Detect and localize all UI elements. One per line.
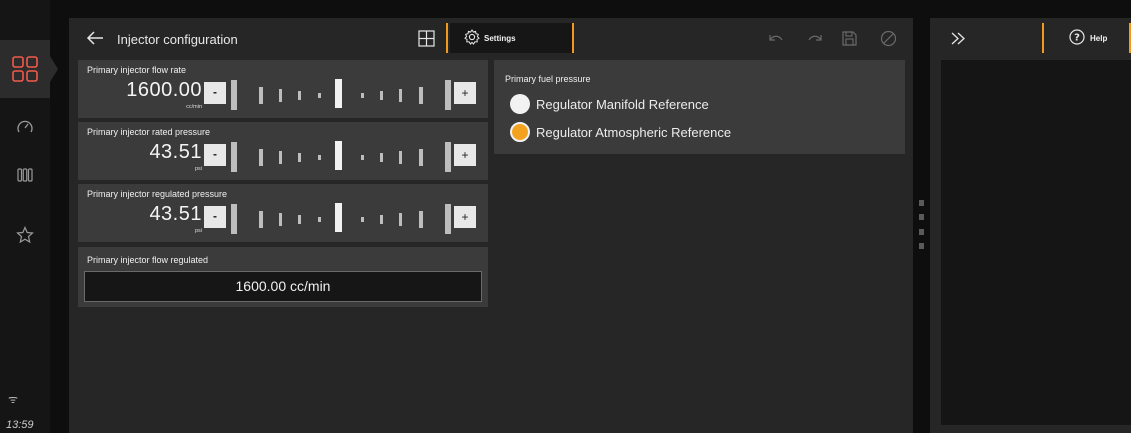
help-panel: ? Help [930, 18, 1131, 433]
clock-time: 13:59 [6, 419, 34, 431]
redo-icon[interactable] [807, 30, 824, 47]
slider-tick [298, 215, 301, 224]
radio-manifold-reference-label[interactable]: Regulator Manifold Reference [536, 97, 709, 112]
slider-end-right [445, 142, 451, 172]
tab-settings[interactable]: Settings [450, 23, 572, 53]
radio-atmospheric-reference[interactable] [510, 122, 530, 142]
slider-tick [259, 87, 263, 104]
help-content-area [941, 60, 1131, 425]
star-icon [16, 226, 34, 244]
slider-tick [279, 213, 282, 226]
splitter-handle-dot[interactable] [919, 243, 924, 249]
regulated-pressure-value: 43.51 [149, 203, 202, 225]
nav-item-gauge[interactable] [0, 112, 50, 142]
page-title: Injector configuration [117, 32, 238, 47]
slider-end-left [231, 142, 237, 172]
wifi-icon: ᯤ [8, 394, 19, 406]
flow-regulated-card: Primary injector flow regulated 1600.00 … [78, 247, 488, 307]
flow-rate-decrement-button[interactable]: - [204, 82, 226, 104]
slider-end-right [445, 204, 451, 234]
regulated-pressure-card: Primary injector regulated pressure 43.5… [78, 184, 488, 242]
slider-tick [380, 215, 383, 224]
rated-pressure-label: Primary injector rated pressure [87, 127, 211, 137]
rated-pressure-decrement-button[interactable]: - [204, 144, 226, 166]
title-bar: Injector configuration Settings [69, 18, 913, 58]
double-chevron-right-icon[interactable] [950, 30, 967, 47]
grid-icon [12, 56, 38, 82]
regulated-pressure-slider-thumb[interactable] [335, 203, 342, 232]
columns-icon [17, 168, 33, 182]
rated-pressure-card: Primary injector rated pressure 43.51 ps… [78, 122, 488, 180]
slider-tick [419, 211, 423, 228]
nav-item-dashboard[interactable] [0, 40, 58, 98]
table-view-icon[interactable] [418, 30, 435, 47]
slider-tick [380, 91, 383, 100]
slider-tick [318, 155, 321, 160]
slider-tick [399, 151, 402, 164]
help-icon[interactable]: ? [1069, 29, 1085, 45]
radio-atmospheric-reference-label[interactable]: Regulator Atmospheric Reference [536, 125, 731, 140]
slider-end-left [231, 204, 237, 234]
slider-tick [279, 89, 282, 102]
splitter-handle-dot[interactable] [919, 214, 924, 220]
nav-item-columns[interactable] [0, 160, 50, 190]
splitter-handle-dot[interactable] [919, 229, 924, 235]
flow-regulated-field: 1600.00 cc/min [84, 271, 482, 302]
slider-tick [361, 217, 364, 222]
slider-tick [361, 93, 364, 98]
rated-pressure-value: 43.51 [149, 141, 202, 163]
svg-text:?: ? [1074, 33, 1080, 44]
regulated-pressure-increment-button[interactable]: + [454, 206, 476, 228]
main-panel: Injector configuration Settings Primary … [69, 18, 913, 433]
flow-rate-card: Primary injector flow rate 1600.00 cc/mi… [78, 60, 488, 118]
slider-tick [361, 155, 364, 160]
speedometer-icon [17, 120, 33, 133]
back-arrow-icon[interactable] [85, 28, 105, 48]
slider-end-left [231, 80, 237, 110]
fuel-pressure-card: Primary fuel pressure Regulator Manifold… [494, 60, 905, 154]
help-tab-label[interactable]: Help [1090, 34, 1107, 43]
flow-rate-label: Primary injector flow rate [87, 65, 187, 75]
undo-icon[interactable] [767, 30, 784, 47]
rated-pressure-slider-thumb[interactable] [335, 141, 342, 170]
cancel-icon[interactable] [880, 30, 897, 47]
splitter-handle-dot[interactable] [919, 200, 924, 206]
slider-tick [419, 87, 423, 104]
radio-manifold-reference[interactable] [510, 94, 530, 114]
nav-item-favorites[interactable] [0, 220, 50, 250]
slider-tick [318, 93, 321, 98]
fuel-pressure-label: Primary fuel pressure [505, 74, 591, 84]
slider-tick [298, 91, 301, 100]
rated-pressure-increment-button[interactable]: + [454, 144, 476, 166]
nav-rail: ᯤ 13:59 [0, 0, 58, 433]
flow-rate-slider-thumb[interactable] [335, 79, 342, 108]
slider-tick [318, 217, 321, 222]
save-icon[interactable] [841, 30, 858, 47]
slider-end-right [445, 80, 451, 110]
tab-divider [572, 23, 574, 53]
tab-settings-label: Settings [484, 34, 516, 43]
regulated-pressure-unit: psi [194, 228, 202, 234]
slider-tick [419, 149, 423, 166]
slider-tick [399, 213, 402, 226]
regulated-pressure-decrement-button[interactable]: - [204, 206, 226, 228]
tab-divider [1042, 23, 1044, 53]
tab-divider [446, 23, 448, 53]
slider-tick [259, 211, 263, 228]
flow-rate-unit: cc/min [186, 104, 202, 110]
slider-tick [380, 153, 383, 162]
gear-icon [464, 29, 480, 45]
flow-rate-increment-button[interactable]: + [454, 82, 476, 104]
flow-rate-value: 1600.00 [126, 79, 202, 101]
slider-tick [298, 153, 301, 162]
rated-pressure-unit: psi [194, 166, 202, 172]
slider-tick [279, 151, 282, 164]
regulated-pressure-label: Primary injector regulated pressure [87, 189, 228, 199]
slider-tick [399, 89, 402, 102]
slider-tick [259, 149, 263, 166]
flow-regulated-label: Primary injector flow regulated [87, 255, 209, 265]
